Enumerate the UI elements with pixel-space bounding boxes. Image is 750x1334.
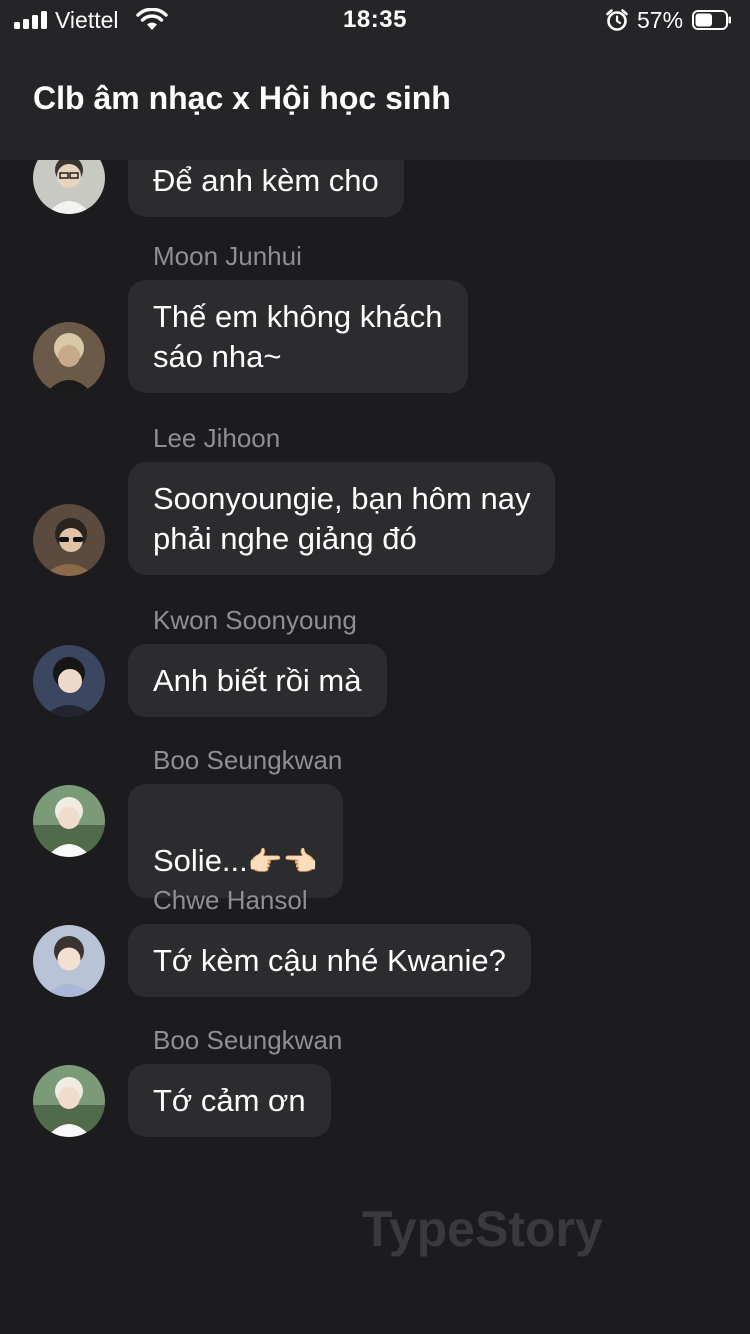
avatar[interactable] [33,1065,105,1137]
message-bubble[interactable]: Anh biết rồi mà [128,644,387,717]
message-bubble[interactable]: Soonyoungie, bạn hôm nay phải nghe giảng… [128,462,556,575]
app-screen: Viettel 18:35 57% Clb âm nhạc x Hội học … [0,0,750,1334]
avatar[interactable] [33,785,105,857]
message-bubble[interactable]: Thế em không khách sáo nha~ [128,280,468,393]
alarm-icon [606,9,628,31]
chat-header: Clb âm nhạc x Hội học sinh [0,40,750,160]
message-bubble[interactable]: Solie...👉🏻👈🏻 [128,784,343,898]
sender-name: Boo Seungkwan [153,1025,343,1055]
chat-message-list[interactable]: Để anh kèm cho Moon Junhui Thế em không … [0,160,750,1334]
sender-name: Moon Junhui [153,241,302,271]
battery-percent: 57% [637,7,684,33]
avatar[interactable] [33,160,105,214]
message-bubble[interactable]: Tớ kèm cậu nhé Kwanie? [128,924,531,997]
watermark-logo: TypeStory [362,1201,603,1257]
battery-icon [692,10,731,30]
message-text: Solie... [153,843,248,878]
message-bubble[interactable]: Tớ cảm ơn [128,1064,331,1137]
message-bubble[interactable]: Để anh kèm cho [128,160,404,217]
sender-name: Boo Seungkwan [153,745,343,775]
sender-name: Lee Jihoon [153,423,281,453]
sender-name: Kwon Soonyoung [153,605,357,635]
chat-title: Clb âm nhạc x Hội học sinh [33,80,451,116]
sender-name: Chwe Hansol [153,885,308,915]
avatar[interactable] [33,645,105,717]
avatar[interactable] [33,322,105,394]
avatar[interactable] [33,925,105,997]
avatar[interactable] [33,504,105,576]
pointing-hands-emoji: 👉🏻👈🏻 [247,846,318,877]
status-bar: Viettel 18:35 57% [0,0,750,40]
